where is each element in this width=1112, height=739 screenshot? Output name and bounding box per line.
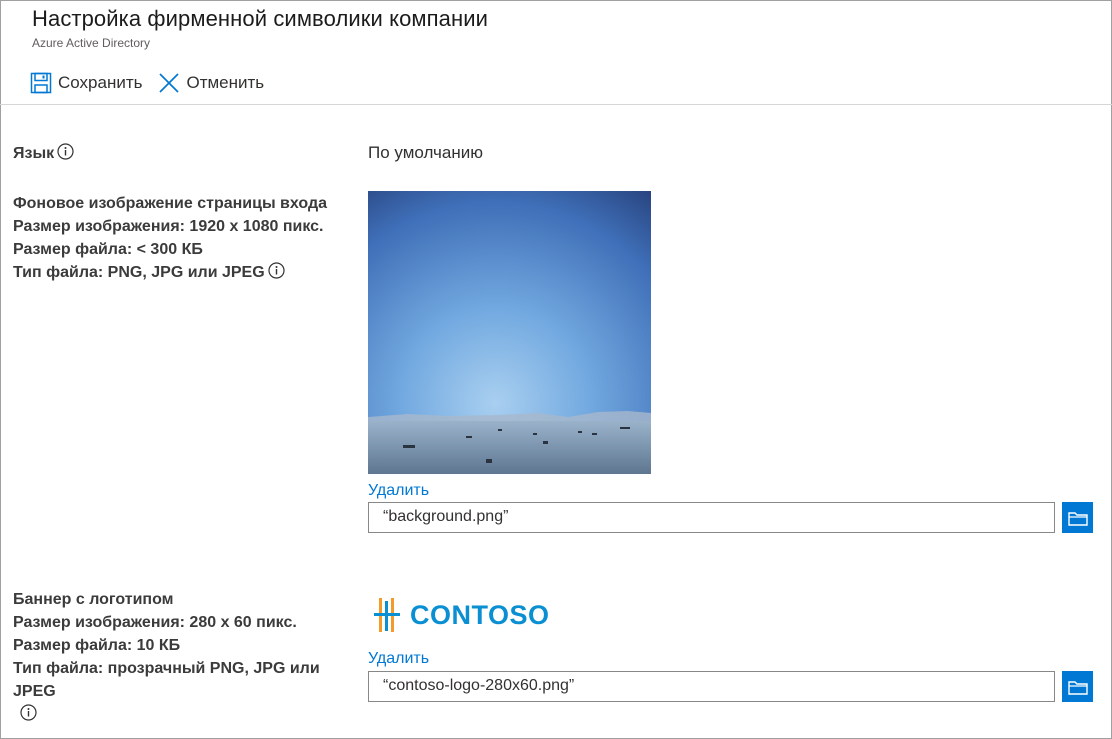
background-label-type-row: Тип файла: PNG, JPG или JPEG <box>13 261 327 286</box>
background-file-input[interactable]: “background.png” <box>368 502 1055 533</box>
toolbar-divider <box>0 104 1112 105</box>
background-label-title: Фоновое изображение страницы входа <box>13 195 328 212</box>
save-label: Сохранить <box>58 73 143 92</box>
background-browse-button[interactable] <box>1062 502 1093 533</box>
banner-file-input[interactable]: “contoso-logo-280x60.png” <box>368 671 1055 702</box>
language-label: Язык <box>13 145 55 162</box>
background-label-size: Размер изображения: 1920 x 1080 пикс. <box>13 218 324 235</box>
page-title: Настройка фирменной символики компании <box>32 6 489 31</box>
info-icon[interactable] <box>20 704 37 728</box>
save-icon <box>30 72 52 94</box>
language-value: По умолчанию <box>368 143 483 162</box>
background-image-preview <box>368 191 651 474</box>
background-label-type: Тип файла: PNG, JPG или JPEG <box>13 264 265 281</box>
banner-info-row <box>13 703 320 728</box>
save-button[interactable]: Сохранить <box>30 72 142 94</box>
language-label-row: Язык <box>13 142 74 167</box>
toolbar: Сохранить Отменить <box>30 68 280 98</box>
contoso-logo-text: CONTOSO <box>410 599 550 630</box>
banner-label-size: Размер изображения: 280 x 60 пикс. <box>13 614 297 631</box>
banner-browse-button[interactable] <box>1062 671 1093 702</box>
close-icon <box>159 73 180 93</box>
info-icon[interactable] <box>268 262 285 286</box>
background-delete-link[interactable]: Удалить <box>368 482 429 500</box>
folder-icon <box>1067 680 1088 695</box>
background-label-filesize: Размер файла: < 300 КБ <box>13 241 203 258</box>
contoso-logo-mark-icon <box>374 598 400 632</box>
banner-label-title: Баннер с логотипом <box>13 591 174 608</box>
banner-label-type: Тип файла: прозрачный PNG, JPG или <box>13 660 320 677</box>
folder-icon <box>1067 511 1088 526</box>
cancel-label: Отменить <box>186 73 265 92</box>
banner-delete-link[interactable]: Удалить <box>368 650 429 668</box>
banner-label-type-cont: JPEG <box>13 683 56 700</box>
contoso-logo: CONTOSO <box>372 595 550 635</box>
banner-description: Баннер с логотипом Размер изображения: 2… <box>13 588 320 728</box>
page-subtitle: Azure Active Directory <box>32 36 151 50</box>
cancel-button[interactable]: Отменить <box>158 72 264 94</box>
info-icon[interactable] <box>57 143 74 167</box>
banner-label-filesize: Размер файла: 10 КБ <box>13 637 181 654</box>
background-description: Фоновое изображение страницы входа Разме… <box>13 192 327 286</box>
